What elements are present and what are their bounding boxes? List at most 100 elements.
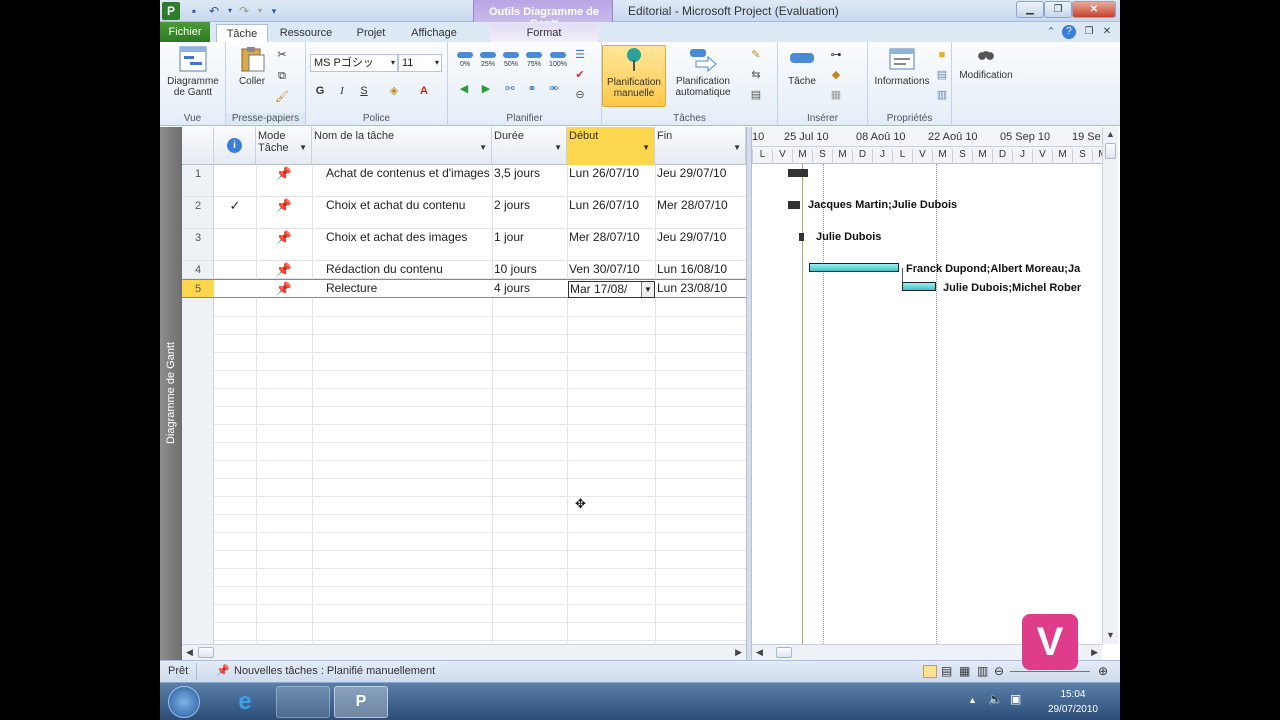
tab-format[interactable]: Format [490, 24, 598, 42]
table-row[interactable]: 3 📌 Choix et achat des images 1 jour Mer… [182, 229, 746, 261]
scroll-down-icon[interactable]: ▼ [1106, 630, 1115, 640]
link-tasks-icon[interactable]: ⚭ [524, 82, 540, 96]
task-usage-shortcut-icon[interactable]: ▤ [941, 664, 952, 678]
copy-icon[interactable]: ⧉ [274, 69, 290, 83]
tab-fichier[interactable]: Fichier [160, 22, 210, 42]
duration-cell[interactable]: 3,5 jours [492, 165, 567, 196]
insert-task-button[interactable]: Tâche [782, 45, 822, 87]
network-icon[interactable]: ▣ [1010, 692, 1021, 706]
task-name-cell[interactable]: Choix et achat du contenu [312, 197, 492, 228]
cut-icon[interactable]: ✂ [274, 48, 290, 62]
split-task-icon[interactable]: ⚯ [502, 82, 518, 96]
zoom-out-icon[interactable]: ⊖ [994, 664, 1004, 678]
task-name-cell[interactable]: Rédaction du contenu [312, 261, 492, 278]
font-color-icon[interactable]: A [416, 84, 432, 98]
tray-expand-icon[interactable]: ▲ [968, 695, 977, 705]
date-picker-dropdown-icon[interactable]: ▼ [641, 282, 654, 297]
duration-cell[interactable]: 10 jours [492, 261, 567, 278]
table-row[interactable]: 1 📌 Achat de contenus et d'images 3,5 jo… [182, 165, 746, 197]
scroll-thumb[interactable] [1105, 143, 1116, 159]
scroll-right-icon[interactable]: ▶ [735, 647, 742, 658]
header-finish-dropdown-icon[interactable]: ▼ [733, 142, 741, 154]
help-icon[interactable]: ? [1062, 25, 1076, 39]
mode-icon[interactable]: ▤ [748, 88, 764, 102]
undo-icon[interactable]: ↶ [206, 3, 222, 19]
team-planner-shortcut-icon[interactable]: ▦ [959, 664, 970, 678]
header-finish[interactable]: Fin ▼ [655, 127, 746, 165]
row-number[interactable]: 3 [182, 229, 214, 260]
modification-button[interactable]: Modification [954, 45, 1018, 81]
details-icon[interactable]: ▤ [934, 68, 950, 82]
pct-0-button[interactable]: 0% [454, 52, 476, 68]
scroll-right-icon[interactable]: ▶ [1091, 647, 1098, 658]
start-cell[interactable]: Ven 30/07/10 [567, 261, 655, 278]
zoom-in-icon[interactable]: ⊕ [1098, 664, 1108, 678]
scroll-thumb[interactable] [198, 647, 214, 658]
start-cell[interactable]: Lun 26/07/10 [567, 197, 655, 228]
select-all-corner[interactable] [182, 127, 214, 165]
gantt-bar[interactable] [902, 282, 936, 291]
restore-button[interactable]: ❐ [1044, 1, 1072, 18]
project-taskbar-icon[interactable]: P [334, 686, 388, 718]
system-clock[interactable]: 15:04 29/07/2010 [1048, 687, 1098, 717]
row-number[interactable]: 1 [182, 165, 214, 196]
duration-cell[interactable]: 1 jour [492, 229, 567, 260]
explorer-folder-icon[interactable] [276, 686, 330, 718]
status-new-tasks[interactable]: Nouvelles tâches : Planifié manuellement [234, 665, 435, 677]
start-button[interactable] [168, 686, 200, 718]
gantt-bar[interactable] [809, 263, 899, 272]
task-name-cell[interactable]: Choix et achat des images [312, 229, 492, 260]
scroll-left-icon[interactable]: ◀ [756, 647, 763, 658]
save-icon[interactable]: ▪ [186, 3, 202, 19]
pct-50-button[interactable]: 50% [500, 52, 522, 68]
row-number[interactable]: 2 [182, 197, 214, 228]
redo-icon[interactable]: ↷ [236, 3, 252, 19]
customize-qat-icon[interactable]: ▾ [266, 3, 282, 19]
internet-explorer-icon[interactable]: e [218, 686, 272, 718]
table-row[interactable]: 2 ✓ 📌 Choix et achat du contenu 2 jours … [182, 197, 746, 229]
informations-button[interactable]: Informations [872, 45, 932, 87]
underline-button[interactable]: S [356, 84, 372, 98]
start-cell[interactable]: Lun 26/07/10 [567, 165, 655, 196]
inactivate-icon[interactable]: ⊖ [572, 88, 588, 102]
finish-cell[interactable]: Lun 23/08/10 [655, 280, 746, 297]
zoom-slider[interactable] [1010, 671, 1090, 672]
add-to-timeline-icon[interactable]: ▥ [934, 88, 950, 102]
gantt-view-shortcut-icon[interactable] [923, 665, 937, 678]
italic-button[interactable]: I [334, 84, 350, 98]
gantt-view-button[interactable]: Diagramme de Gantt [162, 45, 224, 98]
scroll-up-icon[interactable]: ▲ [1106, 129, 1115, 139]
planif-auto-button[interactable]: Planification automatique [668, 45, 738, 98]
header-start[interactable]: Début ▼ [567, 127, 655, 165]
mark-on-track-icon[interactable]: ✔ [572, 68, 588, 82]
window-close-icon[interactable]: ✕ [1100, 25, 1114, 39]
header-duration-dropdown-icon[interactable]: ▼ [554, 142, 562, 154]
header-mode[interactable]: Mode Tâche ▼ [256, 127, 312, 165]
gantt-bar[interactable] [788, 201, 800, 209]
indent-icon[interactable]: ▶ [478, 82, 494, 96]
task-name-cell[interactable]: Relecture [312, 280, 492, 297]
header-indicators[interactable]: i [214, 127, 256, 165]
finish-cell[interactable]: Mer 28/07/10 [655, 197, 746, 228]
scroll-thumb[interactable] [776, 647, 792, 658]
summary-icon[interactable]: ⊶ [828, 48, 844, 62]
project-app-icon[interactable]: P [162, 2, 180, 20]
minimize-button[interactable]: ▁ [1016, 1, 1044, 18]
inspect-icon[interactable]: ✎ [748, 48, 764, 62]
start-date-editor[interactable]: Mar 17/08/ ▼ [568, 281, 655, 298]
font-size-select[interactable]: 11 ▾ [398, 54, 442, 72]
header-mode-dropdown-icon[interactable]: ▼ [299, 142, 307, 154]
gantt-vscrollbar[interactable]: ▲ ▼ [1102, 127, 1118, 644]
duration-cell[interactable]: 2 jours [492, 197, 567, 228]
table-row-selected[interactable]: 5 📌 Relecture 4 jours Mar 17/08/ ▼ Lun 2… [182, 279, 746, 298]
resource-sheet-shortcut-icon[interactable]: ▥ [977, 664, 988, 678]
pct-100-button[interactable]: 100% [546, 52, 570, 68]
duration-cell[interactable]: 4 jours [492, 280, 567, 297]
bold-button[interactable]: G [312, 84, 328, 98]
gantt-summary-bar[interactable] [788, 169, 808, 177]
finish-cell[interactable]: Lun 16/08/10 [655, 261, 746, 278]
outdent-icon[interactable]: ◀ [456, 82, 472, 96]
fill-color-icon[interactable]: ◈ [386, 84, 402, 98]
finish-cell[interactable]: Jeu 29/07/10 [655, 165, 746, 196]
speaker-icon[interactable]: 🔈 [988, 692, 1003, 706]
